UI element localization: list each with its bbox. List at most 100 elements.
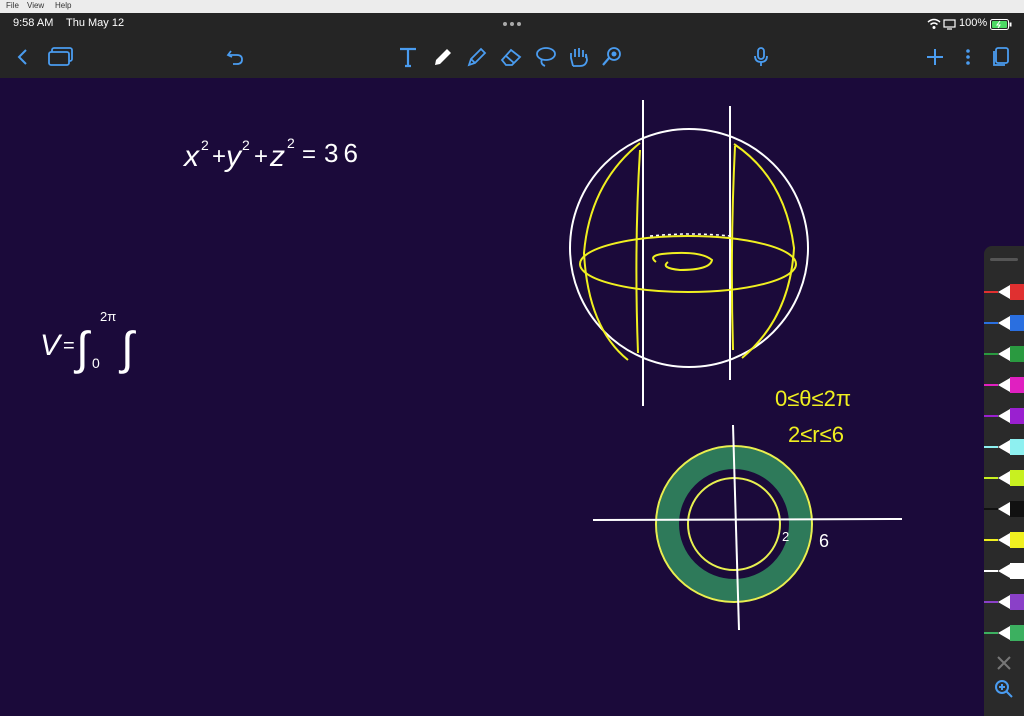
inner-radius-label: 2 — [782, 529, 789, 544]
pages-button[interactable] — [46, 35, 76, 78]
yellow-base-ellipse — [579, 235, 797, 293]
palette-handle[interactable] — [990, 258, 1018, 261]
integration-bounds: 0≤θ≤2π 2≤r≤6 — [775, 386, 851, 447]
menu-help[interactable]: Help — [55, 1, 71, 10]
screen-mirror-icon — [943, 19, 956, 30]
status-time: 9:58 AM — [13, 17, 54, 29]
microphone-icon — [754, 46, 768, 66]
eq-x-exponent: 2 — [201, 137, 209, 153]
pen-marker-icon — [984, 470, 1024, 486]
yellow-spiral — [652, 251, 714, 272]
integral-equals: = — [63, 335, 75, 357]
pen-marker-icon — [984, 501, 1024, 517]
eq-x: x — [182, 140, 200, 173]
purple-pen[interactable] — [984, 406, 1024, 426]
pen-marker-icon — [984, 377, 1024, 393]
eq-plus-2: + — [254, 143, 268, 170]
status-date: Thu May 12 — [66, 17, 125, 29]
pages-icon — [48, 46, 73, 66]
integral-upper-limit: 2π — [100, 309, 116, 324]
yellow-right-edge — [730, 145, 736, 351]
sphere-equation: x 2 + y 2 + z 2 = 36 — [182, 135, 363, 173]
annulus-region: 2 6 — [592, 424, 903, 631]
eq-plus-1: + — [212, 143, 226, 170]
lasso-tool-icon — [536, 46, 556, 67]
green-highlighter[interactable] — [984, 623, 1024, 643]
laser-pointer-icon — [602, 46, 621, 66]
x-axis — [592, 518, 903, 521]
back-icon — [17, 48, 27, 65]
undo-icon — [226, 49, 243, 65]
page-view-button[interactable] — [990, 35, 1012, 78]
pen-tool-button[interactable] — [431, 35, 455, 78]
eraser-tool-icon — [500, 48, 522, 66]
more-button[interactable] — [958, 35, 978, 78]
sphere-sketch — [569, 100, 809, 406]
pen-marker-icon — [984, 625, 1024, 641]
eq-value: 36 — [324, 138, 363, 168]
eq-y: y — [224, 140, 243, 173]
integral-v: V — [40, 329, 63, 362]
outer-radius-label: 6 — [819, 531, 829, 551]
wifi-icon — [927, 18, 941, 29]
zoom-icon[interactable] — [994, 679, 1014, 699]
notes-toolbar — [0, 35, 1024, 79]
eq-z: z — [269, 140, 285, 173]
integral-lower-limit: 0 — [92, 355, 100, 371]
add-icon — [927, 48, 943, 65]
theta-bounds: 0≤θ≤2π — [775, 386, 851, 411]
volume-integral: V = ∫ 0 2π ∫ — [40, 309, 136, 374]
add-button[interactable] — [924, 35, 946, 78]
battery-percent: 100% — [959, 17, 988, 29]
eq-equals: = — [302, 141, 316, 168]
cyan-pen[interactable] — [984, 437, 1024, 457]
close-palette-icon[interactable] — [995, 654, 1013, 672]
magenta-pen[interactable] — [984, 375, 1024, 395]
laser-pointer-button[interactable] — [599, 35, 625, 78]
menu-file[interactable]: File — [6, 1, 19, 10]
integral-sign-1: ∫ — [73, 322, 91, 374]
eraser-tool-button[interactable] — [498, 35, 524, 78]
blue-pen[interactable] — [984, 313, 1024, 333]
pen-marker-icon — [984, 284, 1024, 300]
lasso-tool-button[interactable] — [533, 35, 559, 78]
microphone-button[interactable] — [750, 35, 772, 78]
white-pen[interactable] — [984, 561, 1024, 581]
text-tool-button[interactable] — [396, 35, 420, 78]
r-bounds: 2≤r≤6 — [788, 422, 844, 447]
handwriting-layer: x 2 + y 2 + z 2 = 36 V = ∫ 0 2π ∫ 0≤θ≤2π… — [40, 100, 903, 631]
pen-marker-icon — [984, 346, 1024, 362]
green-pen[interactable] — [984, 344, 1024, 364]
yellow-left-edge — [635, 149, 641, 354]
highlighter-tool-button[interactable] — [465, 35, 489, 78]
eq-z-exponent: 2 — [287, 135, 295, 151]
status-bar: 9:58 AM Thu May 12 100% — [0, 13, 1024, 35]
eq-y-exponent: 2 — [242, 137, 250, 153]
undo-button[interactable] — [224, 35, 246, 78]
pen-marker-icon — [984, 532, 1024, 548]
black-pen[interactable] — [984, 499, 1024, 519]
menu-view[interactable]: View — [27, 1, 44, 10]
multitask-dots-icon[interactable] — [502, 21, 522, 27]
hand-tool-icon — [570, 47, 588, 67]
hand-tool-button[interactable] — [566, 35, 592, 78]
back-button[interactable] — [12, 35, 34, 78]
red-pen[interactable] — [984, 282, 1024, 302]
yellow-pen[interactable] — [984, 530, 1024, 550]
battery-charging-icon — [990, 19, 1012, 30]
pen-marker-icon — [984, 408, 1024, 424]
pen-tool-icon — [435, 48, 451, 65]
highlighter-tool-icon — [467, 47, 487, 66]
lime-pen[interactable] — [984, 468, 1024, 488]
pen-marker-icon — [984, 439, 1024, 455]
pen-marker-icon — [984, 563, 1024, 579]
violet-highlighter[interactable] — [984, 592, 1024, 612]
more-icon — [966, 48, 970, 65]
page-view-icon — [993, 46, 1009, 66]
text-tool-icon — [400, 47, 416, 67]
pen-marker-icon — [984, 594, 1024, 610]
integral-sign-2: ∫ — [118, 322, 136, 374]
pen-marker-icon — [984, 315, 1024, 331]
note-canvas[interactable]: x 2 + y 2 + z 2 = 36 V = ∫ 0 2π ∫ 0≤θ≤2π… — [0, 78, 1024, 716]
app-menu-bar: File View Help — [0, 0, 1024, 14]
